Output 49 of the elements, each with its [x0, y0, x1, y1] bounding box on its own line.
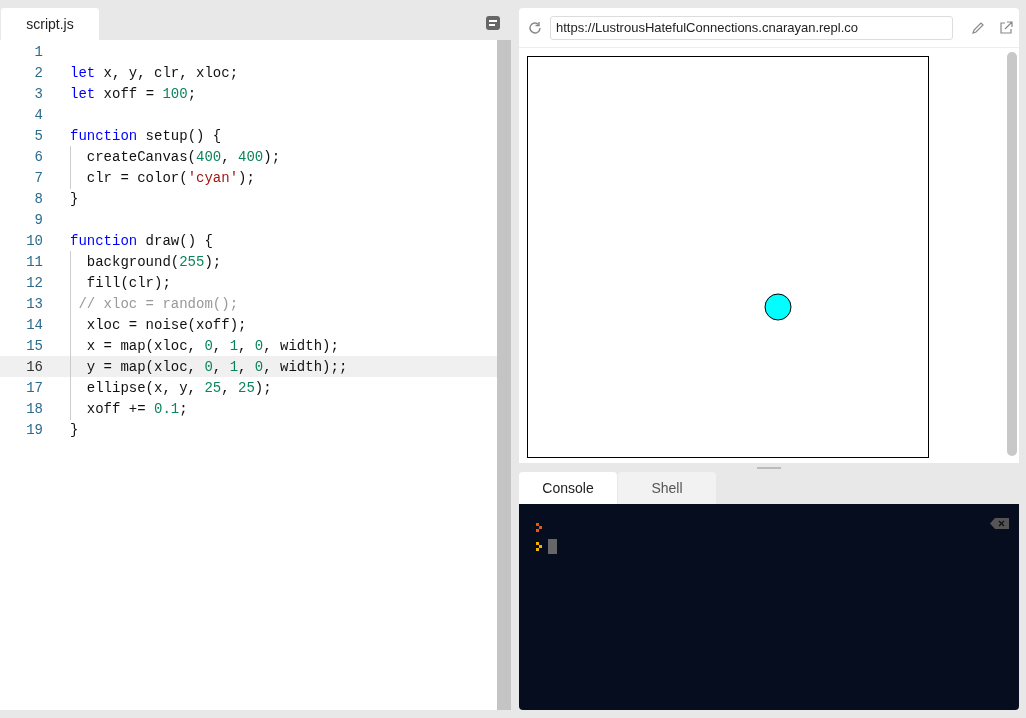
clear-icon[interactable]: [990, 518, 1009, 529]
code-line: }: [70, 190, 79, 207]
line-number: 9: [33, 211, 44, 228]
code-line: xloc = noise(xoff);: [70, 316, 247, 333]
scrollbar[interactable]: [497, 40, 511, 710]
line-number: 15: [25, 337, 44, 354]
panel-icon[interactable]: [486, 16, 500, 30]
line-number: 10: [25, 232, 44, 249]
code-line: }: [70, 421, 79, 438]
code-line: let x, y, clr, xloc;: [70, 64, 239, 81]
code-line: // xloc = random();: [70, 295, 239, 312]
scrollbar[interactable]: [1007, 52, 1017, 456]
line-number: 16: [25, 358, 44, 375]
file-tab[interactable]: script.js: [1, 8, 99, 40]
line-number: 11: [25, 253, 44, 270]
code-line: ellipse(x, y, 25, 25);: [70, 379, 272, 396]
line-number: 3: [33, 85, 44, 102]
line-number: 8: [33, 190, 44, 207]
resize-handle[interactable]: [757, 466, 781, 469]
code-line: createCanvas(400, 400);: [70, 148, 281, 165]
code-line: clr = color('cyan');: [70, 169, 255, 186]
code-line: xoff += 0.1;: [70, 400, 188, 417]
line-number: 19: [25, 421, 44, 438]
reload-icon[interactable]: [528, 20, 542, 35]
line-number: 7: [33, 169, 44, 186]
line-number: 5: [33, 127, 44, 144]
code-line: fill(clr);: [70, 274, 171, 291]
line-number: 4: [33, 106, 44, 123]
line-number: 17: [25, 379, 44, 396]
external-link-icon[interactable]: [999, 20, 1013, 35]
line-number: 1: [33, 43, 44, 60]
ball: [764, 293, 792, 321]
code-line: let xoff = 100;: [70, 85, 197, 102]
code-line: function setup() {: [70, 127, 222, 144]
line-number: 13: [25, 295, 44, 312]
text-cursor: [548, 538, 557, 554]
line-number: 2: [33, 64, 44, 81]
code-line: x = map(xloc, 0, 1, 0, width);: [70, 337, 339, 354]
code-line: background(255);: [70, 253, 222, 270]
pencil-icon[interactable]: [971, 20, 985, 35]
url-field[interactable]: https://LustrousHatefulConnections.cnarayan.repl.co: [550, 15, 953, 40]
console-tab[interactable]: Console: [519, 472, 617, 504]
line-number: 18: [25, 400, 44, 417]
code-line: y = map(xloc, 0, 1, 0, width);;: [70, 358, 348, 375]
line-number: 14: [25, 316, 44, 333]
console-tab[interactable]: Shell: [618, 472, 716, 504]
line-number: 12: [25, 274, 44, 291]
code-line: function draw() {: [70, 232, 213, 249]
line-number: 6: [33, 148, 44, 165]
